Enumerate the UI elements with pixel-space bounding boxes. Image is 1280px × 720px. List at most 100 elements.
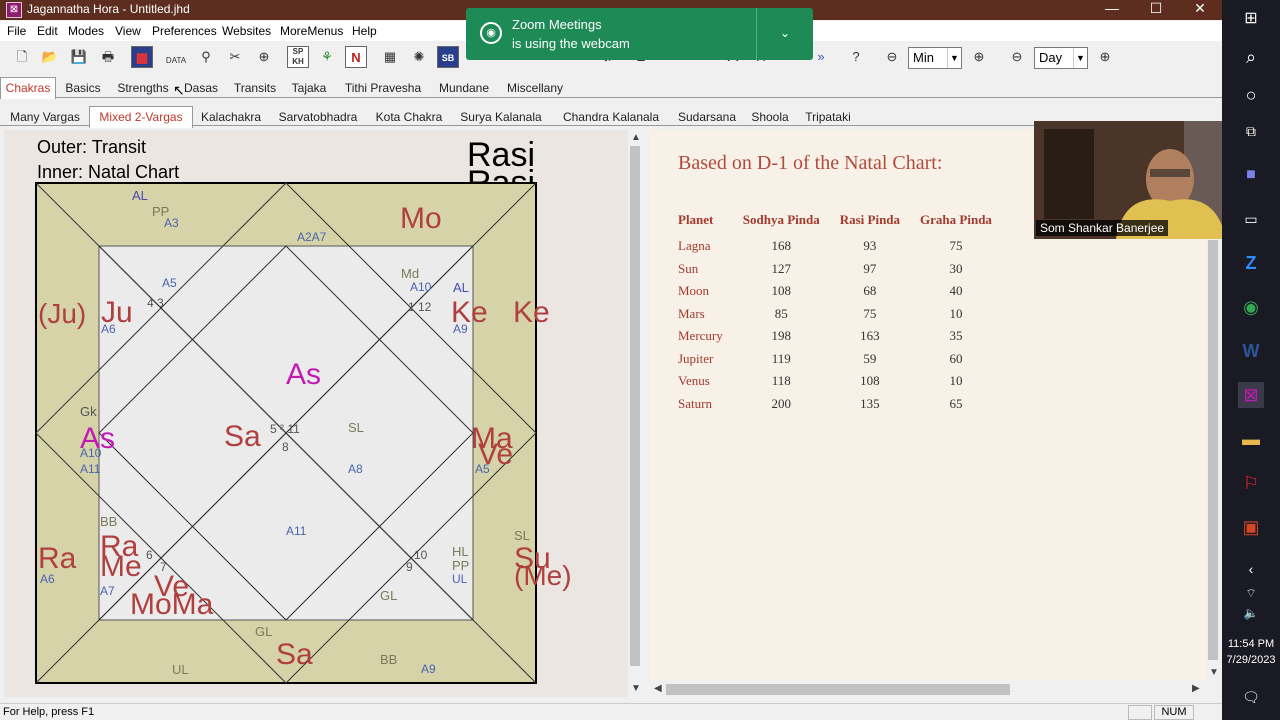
tab-many-vargas[interactable]: Many Vargas (6, 109, 84, 127)
task-view-icon[interactable]: ⧉ (1238, 118, 1264, 144)
scroll-right-icon[interactable]: ▶ (1192, 683, 1200, 694)
print-icon[interactable]: 🖶 (97, 46, 119, 68)
help-icon[interactable]: ? (845, 46, 867, 68)
close-button[interactable]: ✕ (1178, 0, 1222, 20)
chart-label-sl: SL (348, 420, 364, 435)
grid-icon[interactable]: ▦ (379, 46, 401, 68)
maximize-button[interactable]: ☐ (1134, 0, 1178, 20)
menu-modes[interactable]: Modes (68, 24, 104, 38)
window-title: Jagannatha Hora - Untitled.jhd (27, 2, 190, 16)
chart-label-ul: UL (452, 572, 468, 586)
menu-preferences[interactable]: Preferences (152, 24, 217, 38)
step-back-min-icon[interactable]: ⊖ (881, 46, 903, 68)
day-unit-value: Day (1039, 50, 1063, 65)
sb-icon[interactable]: SB (437, 46, 459, 68)
chart-vertical-scrollbar[interactable]: ▲ ▼ (628, 130, 642, 697)
sp-kh-icon[interactable]: SP KH (287, 46, 309, 68)
menu-view[interactable]: View (115, 24, 141, 38)
data-icon[interactable]: DATA (165, 46, 187, 68)
tab-sudarsana[interactable]: Sudarsana (674, 109, 740, 127)
teams-icon[interactable]: ■ (1238, 162, 1264, 188)
chart-label-gl-2: GL (255, 624, 273, 639)
monitor-icon[interactable]: ▭ (1238, 206, 1264, 232)
cell-graha: 10 (949, 373, 963, 389)
step-forward-day-icon[interactable]: ⊕ (1094, 46, 1116, 68)
cortana-icon[interactable]: ○ (1238, 82, 1264, 108)
menu-edit[interactable]: Edit (37, 24, 58, 38)
cell-rasi: 93 (863, 238, 877, 254)
sun-icon[interactable]: ✺ (408, 46, 430, 68)
save-icon[interactable]: 💾 (68, 46, 90, 68)
minimize-button[interactable]: — (1090, 0, 1134, 20)
scroll-thumb[interactable] (630, 146, 640, 666)
tab-strengths[interactable]: Strengths (114, 80, 172, 98)
chevron-left-icon[interactable]: ‹ (1238, 556, 1264, 582)
tab-miscellany[interactable]: Miscellany (502, 80, 568, 98)
chart-label-a2a7: A2A7 (297, 230, 327, 244)
word-icon[interactable]: W (1238, 338, 1264, 364)
taskbar-date[interactable]: 7/29/2023 (1222, 654, 1280, 666)
tab-kota-chakra[interactable]: Kota Chakra (372, 109, 446, 127)
windows-taskbar: ⊞ ⌕ ○ ⧉ ■ ▭ Z ◉ W ⊠ ▬ ⚐ ▣ ‹ ⌔ 🔈 11:54 PM… (1222, 0, 1280, 720)
cell-rasi: 75 (863, 305, 877, 321)
scroll-thumb[interactable] (666, 684, 1010, 695)
open-file-icon[interactable]: 📂 (39, 46, 61, 68)
tab-kalachakra[interactable]: Kalachakra (198, 109, 264, 127)
menu-help[interactable]: Help (352, 24, 377, 38)
transit-icon[interactable]: ⚲ (195, 46, 217, 68)
forward-icon[interactable]: » (810, 46, 832, 68)
jagannatha-hora-icon[interactable]: ⊠ (1238, 382, 1264, 408)
scroll-thumb[interactable] (1208, 240, 1218, 660)
powerpoint-icon[interactable]: ▣ (1238, 514, 1264, 540)
tab-shoola[interactable]: Shoola (748, 109, 792, 127)
tab-chandra-kalanala[interactable]: Chandra Kalanala (560, 109, 662, 127)
day-unit-select[interactable]: Day ▼ (1034, 47, 1088, 69)
taskbar-time[interactable]: 11:54 PM (1222, 638, 1280, 650)
menu-file[interactable]: File (7, 24, 26, 38)
new-file-icon[interactable]: 🗋 (11, 46, 33, 68)
menu-moremenus[interactable]: MoreMenus (280, 24, 343, 38)
chevron-down-icon[interactable]: ⌄ (780, 26, 790, 40)
step-forward-min-icon[interactable]: ⊕ (968, 46, 990, 68)
volume-icon[interactable]: 🔈 (1238, 600, 1264, 626)
scroll-down-icon[interactable]: ▼ (631, 683, 641, 694)
tab-dasas[interactable]: Dasas (182, 80, 220, 98)
scissors-icon[interactable]: ✂ (224, 46, 246, 68)
time-unit-select[interactable]: Min ▼ (908, 47, 962, 69)
n-icon[interactable]: N (345, 46, 367, 68)
tab-tripataki[interactable]: Tripataki (800, 109, 856, 127)
tab-mundane[interactable]: Mundane (436, 80, 492, 98)
notification-center-icon[interactable]: 🗨 (1238, 684, 1264, 710)
tab-tithi-pravesha[interactable]: Tithi Pravesha (340, 80, 426, 98)
chart-label-a6: A6 (101, 322, 116, 336)
cell-graha: 60 (949, 350, 963, 366)
chart-pane: Outer: Transit Inner: Natal Chart Rasi R… (4, 130, 628, 697)
tab-mixed-2-vargas[interactable]: Mixed 2-Vargas (89, 106, 193, 128)
chrome-icon[interactable]: ◉ (1238, 294, 1264, 320)
scroll-down-icon[interactable]: ▼ (1209, 667, 1219, 678)
webcam-video: Som Shankar Banerjee (1034, 121, 1222, 239)
step-back-day-icon[interactable]: ⊖ (1006, 46, 1028, 68)
file-explorer-icon[interactable]: ▬ (1238, 426, 1264, 452)
pinda-horizontal-scrollbar[interactable]: ◀ ▶ (650, 682, 1206, 697)
tab-sarvatobhadra[interactable]: Sarvatobhadra (276, 109, 360, 127)
chart-icon[interactable]: ▦ (131, 46, 153, 68)
globe-icon[interactable]: ⊕ (253, 46, 275, 68)
windows-start-icon[interactable]: ⊞ (1238, 6, 1264, 32)
zoom-notification[interactable]: ◉ Zoom Meetings is using the webcam ⌄ (466, 8, 813, 60)
chart-label-gk: Gk (80, 404, 97, 419)
compass-icon[interactable]: ⚘ (316, 46, 338, 68)
tab-transits[interactable]: Transits (230, 80, 280, 98)
menu-websites[interactable]: Websites (222, 24, 271, 38)
tab-basics[interactable]: Basics (60, 80, 106, 98)
acrobat-icon[interactable]: ⚐ (1238, 470, 1264, 496)
scroll-up-icon[interactable]: ▲ (631, 132, 641, 143)
table-header-row: Planet Sodhya Pinda Rasi Pinda Graha Pin… (674, 205, 1002, 235)
tab-tajaka[interactable]: Tajaka (289, 80, 329, 98)
search-icon[interactable]: ⌕ (1238, 44, 1264, 70)
tab-surya-kalanala[interactable]: Surya Kalanala (458, 109, 544, 127)
tab-chakras[interactable]: Chakras (0, 77, 56, 99)
scroll-left-icon[interactable]: ◀ (654, 683, 662, 694)
chart-label-al-2: AL (453, 280, 469, 295)
zoom-icon[interactable]: Z (1238, 250, 1264, 276)
